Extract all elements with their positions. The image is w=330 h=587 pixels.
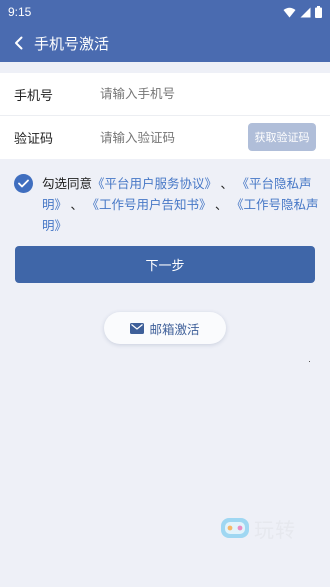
agreement-prefix: 勾选同意 [42, 177, 93, 191]
get-code-button[interactable]: 获取验证码 [248, 123, 316, 151]
activation-form: 手机号 验证码 获取验证码 [0, 73, 330, 159]
watermark-text: 玩转 [254, 519, 296, 542]
agreement: 勾选同意《平台用户服务协议》 、 《平台隐私声明》 、 《工作号用户告知书》 、… [14, 174, 319, 237]
agreement-text: 勾选同意《平台用户服务协议》 、 《平台隐私声明》 、 《工作号用户告知书》 、… [14, 174, 319, 237]
code-label: 验证码 [14, 131, 54, 146]
service-agreement-link[interactable]: 《平台用户服务协议》 [92, 177, 217, 191]
separator: 、 [215, 198, 228, 212]
next-step-button[interactable]: 下一步 [15, 246, 315, 283]
stray-dot [309, 361, 310, 362]
code-row: 验证码 获取验证码 [0, 116, 330, 159]
gamepad-logo-icon [221, 518, 249, 538]
phone-label: 手机号 [14, 87, 54, 103]
separator: 、 [70, 198, 84, 212]
status-icons [283, 6, 322, 18]
phone-input[interactable] [100, 87, 240, 101]
user-notice-link[interactable]: 《工作号用户告知书》 [87, 198, 212, 212]
watermark: 玩转 [220, 512, 330, 544]
battery-icon [315, 6, 322, 18]
email-activation-label: 邮箱激活 [149, 322, 200, 337]
back-arrow-icon[interactable] [14, 33, 28, 53]
separator: 、 [220, 177, 234, 191]
status-time: 9:15 [8, 5, 32, 19]
phone-row: 手机号 [0, 73, 330, 116]
check-icon [18, 179, 29, 188]
wifi-icon [283, 7, 296, 17]
page-title: 手机号激活 [34, 35, 110, 53]
agree-checkbox[interactable] [14, 174, 33, 193]
app-bar: 手机号激活 [0, 24, 330, 62]
signal-icon [300, 7, 311, 17]
mail-icon [130, 322, 145, 334]
code-input[interactable] [100, 130, 240, 145]
status-bar: 9:15 [0, 0, 330, 24]
email-activation-button[interactable]: 邮箱激活 [104, 312, 226, 344]
